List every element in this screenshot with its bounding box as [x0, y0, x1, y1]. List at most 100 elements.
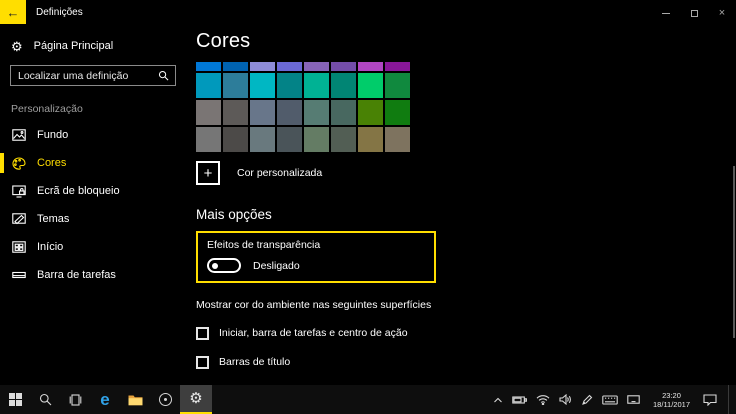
color-swatch[interactable] — [304, 127, 329, 152]
checkbox-title-bars[interactable] — [196, 356, 209, 369]
task-view-button[interactable] — [60, 385, 90, 414]
pen-status[interactable] — [581, 394, 593, 406]
pinned-app-button[interactable] — [150, 385, 180, 414]
color-swatch[interactable] — [196, 127, 221, 152]
settings-taskbar-button[interactable]: ⚙ — [180, 385, 212, 414]
color-swatch[interactable] — [331, 127, 356, 152]
gear-icon: ⚙ — [11, 40, 23, 53]
window-controls: × — [652, 0, 736, 26]
surfaces-group-label: Mostrar cor do ambiente nas seguintes su… — [196, 299, 736, 311]
sidebar-item-label: Ecrã de bloqueio — [37, 185, 120, 197]
color-swatch[interactable] — [277, 73, 302, 98]
pen-icon — [581, 394, 593, 406]
search-icon — [39, 393, 52, 406]
taskbar: e ⚙ — [0, 385, 736, 414]
system-tray: 23:20 18/11/2017 — [493, 385, 736, 414]
color-swatch[interactable] — [385, 100, 410, 125]
device-icon — [627, 395, 640, 404]
color-swatch[interactable] — [223, 100, 248, 125]
color-swatch[interactable] — [331, 100, 356, 125]
task-view-icon — [68, 394, 83, 406]
action-center-button[interactable] — [703, 394, 717, 406]
back-button[interactable]: ← — [0, 0, 26, 24]
windows-logo-icon — [9, 393, 22, 406]
sidebar-item-inicio[interactable]: Início — [0, 233, 196, 261]
edge-icon: e — [100, 391, 109, 408]
transparency-toggle-row: Desligado — [207, 258, 425, 273]
custom-color-label: Cor personalizada — [237, 167, 322, 179]
close-icon: × — [719, 7, 725, 19]
color-swatch[interactable] — [223, 127, 248, 152]
toggle-knob — [212, 263, 218, 269]
themes-icon — [11, 212, 26, 227]
edge-button[interactable]: e — [90, 385, 120, 414]
color-swatch[interactable] — [331, 62, 356, 71]
color-swatch[interactable] — [385, 62, 410, 71]
start-button[interactable] — [0, 385, 30, 414]
color-swatch[interactable] — [250, 127, 275, 152]
color-swatch[interactable] — [277, 100, 302, 125]
color-swatch[interactable] — [331, 73, 356, 98]
toggle-state-label: Desligado — [253, 260, 300, 272]
network-status[interactable] — [536, 394, 550, 405]
color-swatch[interactable] — [385, 73, 410, 98]
taskbar-search-button[interactable] — [30, 385, 60, 414]
gear-icon: ⚙ — [189, 391, 202, 406]
titlebar: ← Definições × — [0, 0, 736, 26]
clock-time: 23:20 — [653, 391, 690, 400]
color-swatch[interactable] — [223, 73, 248, 98]
circular-app-icon — [159, 393, 172, 406]
main-content: Cores + Cor personalizada Mais opções Ef… — [196, 26, 736, 385]
color-swatch[interactable] — [277, 127, 302, 152]
search-icon[interactable] — [158, 70, 169, 81]
color-swatch[interactable] — [385, 127, 410, 152]
sidebar-item-barra-de-tarefas[interactable]: Barra de tarefas — [0, 261, 196, 289]
color-swatch[interactable] — [277, 62, 302, 71]
add-custom-color-button[interactable]: + — [196, 161, 220, 185]
color-swatch[interactable] — [304, 100, 329, 125]
color-swatch[interactable] — [196, 62, 221, 71]
search-box — [10, 65, 176, 86]
tray-chevron-button[interactable] — [493, 396, 503, 404]
color-swatch[interactable] — [358, 62, 383, 71]
sidebar-item-fundo[interactable]: Fundo — [0, 121, 196, 149]
taskbar-icon — [11, 268, 26, 283]
maximize-button[interactable] — [680, 0, 708, 26]
color-swatch[interactable] — [358, 127, 383, 152]
color-palette-icon — [11, 156, 26, 171]
page-title: Cores — [196, 30, 736, 53]
volume-status[interactable] — [559, 394, 572, 405]
color-swatch[interactable] — [250, 100, 275, 125]
file-explorer-button[interactable] — [120, 385, 150, 414]
color-swatch[interactable] — [250, 73, 275, 98]
sidebar-item-ecra-de-bloqueio[interactable]: Ecrã de bloqueio — [0, 177, 196, 205]
sidebar-item-cores[interactable]: Cores — [0, 149, 196, 177]
taskbar-clock[interactable]: 23:20 18/11/2017 — [649, 391, 694, 409]
wifi-icon — [536, 394, 550, 405]
color-swatch[interactable] — [358, 100, 383, 125]
touch-keyboard-button[interactable] — [602, 395, 618, 405]
sidebar-item-temas[interactable]: Temas — [0, 205, 196, 233]
speaker-icon — [559, 394, 572, 405]
sidebar-item-label: Temas — [37, 213, 69, 225]
maximize-icon — [691, 10, 698, 17]
tablet-status[interactable] — [627, 395, 640, 404]
color-swatch[interactable] — [196, 100, 221, 125]
color-swatch[interactable] — [304, 62, 329, 71]
color-swatch[interactable] — [304, 73, 329, 98]
color-swatch[interactable] — [196, 73, 221, 98]
color-swatch[interactable] — [223, 62, 248, 71]
color-swatch[interactable] — [358, 73, 383, 98]
taskbar-left: e ⚙ — [0, 385, 212, 414]
scrollbar-thumb[interactable] — [733, 166, 735, 338]
close-button[interactable]: × — [708, 0, 736, 26]
minimize-button[interactable] — [652, 0, 680, 26]
checkbox-label: Iniciar, barra de tarefas e centro de aç… — [219, 327, 408, 339]
color-swatch[interactable] — [250, 62, 275, 71]
battery-status[interactable] — [512, 395, 527, 405]
search-input[interactable] — [11, 70, 158, 82]
sidebar-item-home[interactable]: ⚙ Página Principal — [0, 26, 196, 56]
transparency-toggle[interactable] — [207, 258, 241, 273]
checkbox-start-taskbar-actioncenter[interactable] — [196, 327, 209, 340]
show-desktop-button[interactable] — [728, 385, 730, 414]
